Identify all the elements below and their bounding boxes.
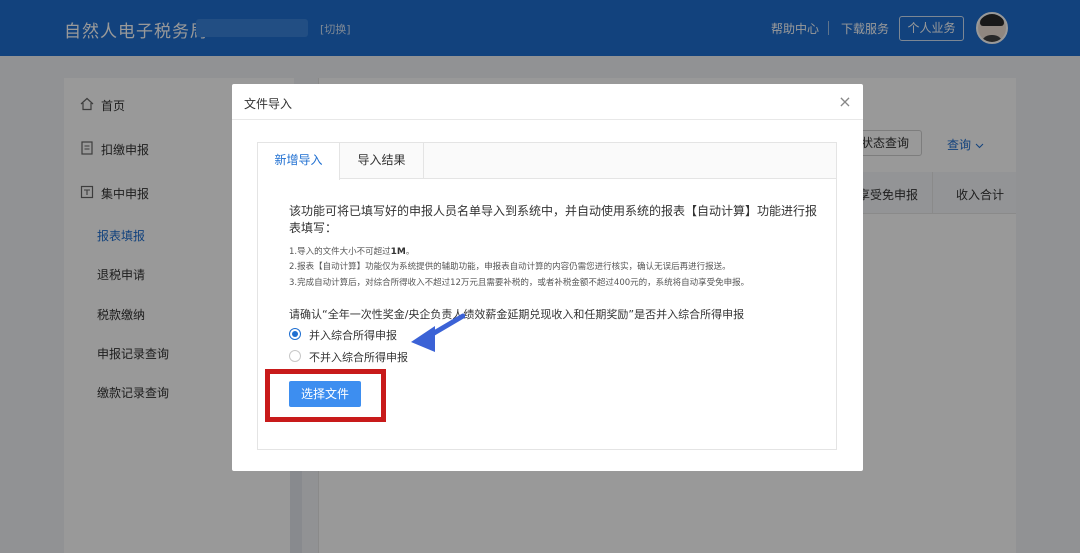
note-text: 1.导入的文件大小不可超过 xyxy=(289,247,391,257)
note-file-size: 1.导入的文件大小不可超过1M。 xyxy=(289,245,414,257)
close-icon[interactable]: × xyxy=(837,94,853,110)
dialog-divider xyxy=(232,119,863,120)
merge-confirm-question: 请确认“全年一次性奖金/央企负责人绩效薪金延期兑现收入和任期奖励”是否并入综合所… xyxy=(289,308,745,321)
note-text: 。 xyxy=(405,247,415,257)
note-exemption: 3.完成自动计算后，对综合所得收入不超过12万元且需要补税的，或者补税金额不超过… xyxy=(289,278,750,288)
note-auto-calc: 2.报表【自动计算】功能仅为系统提供的辅助功能，申报表自动计算的内容仍需您进行核… xyxy=(289,262,731,272)
option-label: 不并入综合所得申报 xyxy=(309,351,408,364)
radio-unselected[interactable] xyxy=(289,350,301,362)
option-label: 并入综合所得申报 xyxy=(309,329,397,342)
dialog-title: 文件导入 xyxy=(244,97,293,111)
highlight-annotation xyxy=(265,369,386,422)
tab-new-import[interactable]: 新增导入 xyxy=(258,143,340,180)
radio-selected[interactable] xyxy=(289,328,301,340)
note-size-limit: 1M xyxy=(390,247,406,257)
import-description: 该功能可将已填写好的申报人员名单导入到系统中，并自动使用系统的报表【自动计算】功… xyxy=(289,204,818,235)
arrow-annotation-icon xyxy=(411,313,465,352)
tab-bar: 新增导入 导入结果 xyxy=(258,143,836,180)
tab-import-results[interactable]: 导入结果 xyxy=(340,143,424,179)
